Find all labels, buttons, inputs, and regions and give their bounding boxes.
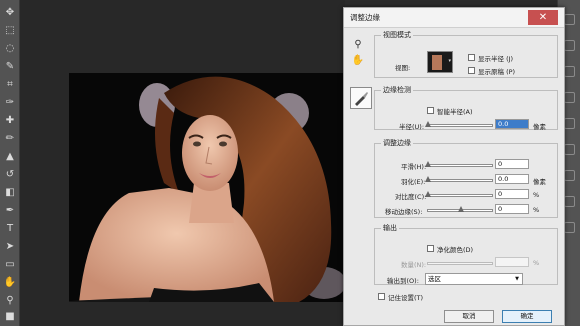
view-mode-legend: 视图模式 (383, 31, 411, 39)
pen-tool-icon[interactable]: ✒ (2, 204, 18, 218)
decontaminate-colors-label: 净化颜色(D) (437, 246, 474, 254)
view-label: 视图: (395, 64, 411, 72)
feather-unit: 像素 (533, 178, 546, 186)
feather-slider-thumb[interactable] (425, 176, 431, 182)
output-legend: 输出 (383, 224, 397, 232)
smart-radius-label: 智能半径(A) (437, 108, 473, 116)
paths-panel-icon[interactable] (564, 92, 575, 103)
healing-tool-icon[interactable]: ✚ (2, 114, 18, 128)
contrast-input[interactable]: 0 (495, 189, 529, 199)
show-original-checkbox[interactable] (468, 67, 475, 74)
output-to-select[interactable]: 选区 ▼ (425, 273, 523, 285)
quick-select-tool-icon[interactable]: ✎ (2, 60, 18, 74)
amount-unit: % (533, 259, 540, 267)
refine-radius-tool-button[interactable] (350, 87, 372, 109)
amount-input[interactable] (495, 257, 529, 267)
show-radius-label: 显示半径 (J) (478, 55, 514, 63)
color-swatch-icon[interactable]: ■ (2, 310, 18, 324)
smooth-slider[interactable] (425, 161, 493, 167)
view-thumbnail-preview (432, 55, 442, 70)
brush-panel-icon[interactable] (564, 170, 575, 181)
show-radius-checkbox[interactable] (468, 54, 475, 61)
smart-radius-checkbox[interactable] (427, 107, 434, 114)
chevron-down-icon: ▼ (515, 276, 519, 282)
dialog-titlebar[interactable]: 调整边缘 ✕ (344, 8, 564, 28)
brush-tool-icon[interactable]: ✏ (2, 132, 18, 146)
smooth-slider-thumb[interactable] (425, 161, 431, 167)
amount-label: 数量(N): (401, 261, 427, 269)
radius-slider[interactable] (425, 121, 493, 127)
feather-input[interactable]: 0.0 (495, 174, 529, 184)
output-to-value: 选区 (428, 275, 441, 283)
refine-edge-dialog: 调整边缘 ✕ ⚲ ✋ 视图模式 视图: ▾ 显示半径 (J) 显示原稿 (P) (343, 7, 565, 326)
shift-edge-slider[interactable] (427, 206, 493, 212)
shape-tool-icon[interactable]: ▭ (2, 258, 18, 272)
portrait-photo (69, 73, 350, 302)
shift-edge-slider-thumb[interactable] (458, 206, 464, 212)
zoom-icon[interactable]: ⚲ (351, 38, 365, 52)
adjust-edge-group: 调整边缘 平滑(H): 0 羽化(E): 0.0 像素 对比度(C): 0 % … (374, 138, 558, 218)
photoshop-window: ✥ ⬚ ◌ ✎ ⌗ ✑ ✚ ✏ ▲ ↺ ◧ ✒ T ➤ ▭ ✋ ⚲ ■ 调整边缘… (0, 0, 580, 326)
output-group: 输出 净化颜色(D) 数量(N): % 输出到(O): 选区 ▼ (374, 223, 558, 285)
cancel-button[interactable]: 取消 (444, 310, 494, 323)
contrast-label: 对比度(C): (395, 193, 427, 201)
tools-panel: ✥ ⬚ ◌ ✎ ⌗ ✑ ✚ ✏ ▲ ↺ ◧ ✒ T ➤ ▭ ✋ ⚲ ■ (0, 0, 20, 326)
history-brush-tool-icon[interactable]: ↺ (2, 168, 18, 182)
document-canvas[interactable] (20, 0, 350, 326)
ok-button[interactable]: 确定 (502, 310, 552, 323)
path-select-tool-icon[interactable]: ➤ (2, 240, 18, 254)
hand-icon[interactable]: ✋ (351, 54, 365, 68)
radius-label: 半径(U): (399, 123, 425, 131)
move-tool-icon[interactable]: ✥ (2, 6, 18, 20)
amount-slider[interactable] (427, 262, 493, 265)
view-thumbnail-dropdown[interactable]: ▾ (427, 51, 453, 73)
layers-panel-icon[interactable] (564, 40, 575, 51)
adjustments-panel-icon[interactable] (564, 118, 575, 129)
hand-tool-icon[interactable]: ✋ (2, 276, 18, 290)
contrast-slider-thumb[interactable] (425, 191, 431, 197)
eraser-tool-icon[interactable]: ◧ (2, 186, 18, 200)
channels-panel-icon[interactable] (564, 66, 575, 77)
portrait-image (69, 73, 350, 302)
lasso-tool-icon[interactable]: ◌ (2, 42, 18, 56)
remember-settings-label: 记住设置(T) (388, 294, 424, 302)
refine-brush-icon (355, 92, 368, 106)
view-mode-group: 视图模式 视图: ▾ 显示半径 (J) 显示原稿 (P) (374, 30, 558, 78)
crop-tool-icon[interactable]: ⌗ (2, 78, 18, 92)
output-to-label: 输出到(O): (387, 277, 419, 285)
contrast-unit: % (533, 191, 540, 199)
properties-panel-icon[interactable] (564, 144, 575, 155)
feather-slider[interactable] (425, 176, 493, 182)
radius-slider-thumb[interactable] (425, 121, 431, 127)
marquee-tool-icon[interactable]: ⬚ (2, 24, 18, 38)
edge-detection-group: 边缘检测 智能半径(A) 半径(U): 0.0 像素 (374, 85, 558, 131)
shift-edge-unit: % (533, 206, 540, 214)
type-tool-icon[interactable]: T (2, 222, 18, 236)
stamp-tool-icon[interactable]: ▲ (2, 150, 18, 164)
shift-edge-label: 移动边缘(S): (385, 208, 423, 216)
smooth-label: 平滑(H): (401, 163, 427, 171)
history-panel-icon[interactable] (564, 14, 575, 25)
close-button[interactable]: ✕ (528, 10, 558, 25)
eyedropper-tool-icon[interactable]: ✑ (2, 96, 18, 110)
remember-settings-checkbox[interactable] (378, 293, 385, 300)
adjust-edge-legend: 调整边缘 (383, 139, 411, 147)
zoom-tool-icon[interactable]: ⚲ (2, 294, 18, 308)
show-original-label: 显示原稿 (P) (478, 68, 516, 76)
radius-unit: 像素 (533, 123, 546, 131)
swatches-panel-icon[interactable] (564, 196, 575, 207)
styles-panel-icon[interactable] (564, 222, 575, 233)
chevron-down-icon: ▾ (448, 58, 451, 64)
smooth-input[interactable]: 0 (495, 159, 529, 169)
dialog-title: 调整边缘 (350, 13, 380, 22)
decontaminate-colors-checkbox[interactable] (427, 245, 434, 252)
radius-input[interactable]: 0.0 (495, 119, 529, 129)
shift-edge-input[interactable]: 0 (495, 204, 529, 214)
edge-detection-legend: 边缘检测 (383, 86, 411, 94)
feather-label: 羽化(E): (401, 178, 426, 186)
contrast-slider[interactable] (425, 191, 493, 197)
